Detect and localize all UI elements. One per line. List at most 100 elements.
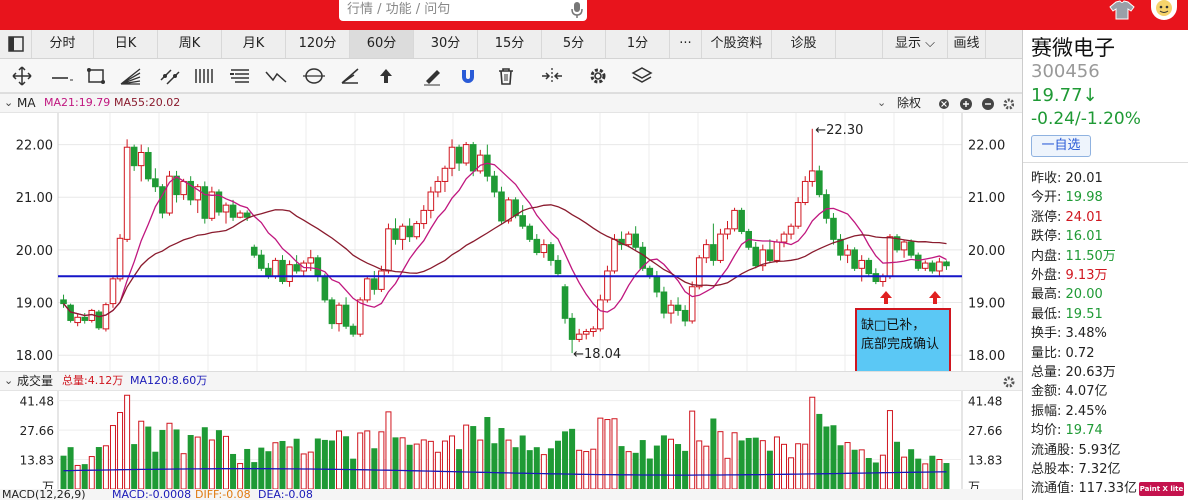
microphone-icon[interactable] xyxy=(571,1,583,19)
volume-bar xyxy=(823,426,830,489)
stock-code: 300456 xyxy=(1031,61,1100,82)
candle xyxy=(385,223,392,274)
y-tick-right: 20.00 xyxy=(968,244,1005,259)
vol-tick-left: 万 xyxy=(42,480,54,489)
volume-bar xyxy=(816,413,823,489)
volume-bar xyxy=(505,439,512,489)
volume-bar xyxy=(731,432,738,489)
layout-toggle-icon[interactable] xyxy=(0,30,32,58)
volume-bar xyxy=(74,464,81,489)
rectangle-tool-icon[interactable] xyxy=(82,64,110,88)
settings-gear-icon[interactable] xyxy=(584,64,612,88)
volume-bar xyxy=(321,439,328,489)
magnet-icon[interactable] xyxy=(454,64,482,88)
candle xyxy=(907,239,915,258)
angle-tool-icon[interactable] xyxy=(336,64,364,88)
volume-bar xyxy=(773,436,780,489)
adjust-label[interactable]: 除权 xyxy=(897,94,921,112)
collapse-chevron-icon[interactable]: ⌄ xyxy=(4,94,13,112)
volume-label[interactable]: 成交量 xyxy=(17,372,53,390)
arrow-up-tool-icon[interactable] xyxy=(372,64,400,88)
volume-bar xyxy=(237,463,244,489)
candle xyxy=(823,189,830,224)
volume-bar xyxy=(406,444,413,489)
quote-value: 0.72 xyxy=(1065,345,1095,361)
layers-icon[interactable] xyxy=(628,64,656,88)
top-bar xyxy=(0,0,1188,30)
tab-3[interactable]: 月K xyxy=(222,30,286,58)
display-menu[interactable]: 显示 ⌵ xyxy=(882,30,948,58)
skin-shirt-icon[interactable] xyxy=(1107,0,1137,20)
draw-line-button[interactable]: 画线 xyxy=(948,30,986,58)
panel-gear-icon xyxy=(1003,98,1014,110)
quote-row: 流通股: 5.93亿 xyxy=(1031,442,1120,460)
quote-row: 涨停: 24.01 xyxy=(1031,209,1103,227)
add-watchlist-button[interactable]: 一自选 xyxy=(1031,135,1091,157)
volume-bar xyxy=(512,447,519,489)
quote-key: 均价: xyxy=(1031,423,1062,439)
volume-bar xyxy=(533,447,540,489)
note-annotation: 缺□已补， 底部完成确认 xyxy=(855,308,951,371)
y-tick-left: 21.00 xyxy=(16,191,53,206)
tab-0[interactable]: 分时 xyxy=(32,30,94,58)
tab-11[interactable]: 个股资料 xyxy=(702,30,772,58)
eraser-brush-icon[interactable] xyxy=(418,64,446,88)
tab-6[interactable]: 30分 xyxy=(414,30,478,58)
tab-4[interactable]: 120分 xyxy=(286,30,350,58)
volume-bar xyxy=(166,422,173,489)
volume-bar xyxy=(915,458,922,489)
vol-tick-left: 13.83 xyxy=(20,454,54,468)
volume-bar xyxy=(343,436,350,489)
candle xyxy=(102,302,110,332)
volume-bar xyxy=(88,456,95,489)
volume-bar xyxy=(314,438,321,489)
candle xyxy=(123,139,131,242)
tab-2[interactable]: 周K xyxy=(158,30,222,58)
wave-tool-icon[interactable] xyxy=(262,64,290,88)
quote-value: 5.93亿 xyxy=(1078,442,1121,458)
collapse-expand-icon[interactable] xyxy=(538,64,566,88)
volume-bar xyxy=(427,440,434,489)
parallel-channel-icon[interactable] xyxy=(156,64,184,88)
tab-5[interactable]: 60分 xyxy=(350,30,414,58)
volume-bar xyxy=(583,451,590,489)
line-tool-icon[interactable] xyxy=(48,64,76,88)
tab-1[interactable]: 日K xyxy=(94,30,158,58)
cycle-tool-icon[interactable] xyxy=(300,64,328,88)
volume-bar xyxy=(646,458,653,489)
ma-label[interactable]: MA xyxy=(17,94,36,112)
quote-row: 昨收: 20.01 xyxy=(1031,170,1103,188)
gann-lines-icon[interactable] xyxy=(190,64,218,88)
trash-icon[interactable] xyxy=(492,64,520,88)
candle xyxy=(215,189,223,216)
volume-bar xyxy=(632,452,639,489)
volume-bar xyxy=(858,449,865,489)
volume-bar xyxy=(272,442,279,489)
collapse-chevron-icon[interactable]: ⌄ xyxy=(4,372,13,390)
tab-7[interactable]: 15分 xyxy=(478,30,542,58)
note-line1: 缺□已补， xyxy=(861,318,925,333)
tab-10[interactable]: ··· xyxy=(670,30,702,58)
adjust-chevron-icon[interactable]: ⌄ xyxy=(877,94,886,112)
candlestick-chart[interactable]: 22.00 22.00 21.00 21.00 20.00 20.00 19.00 19.00… xyxy=(0,113,1022,371)
volume-bar xyxy=(286,446,293,489)
macd-label[interactable]: MACD(12,26,9) xyxy=(2,489,86,500)
quote-value: 19.74 xyxy=(1065,423,1103,439)
volume-bar xyxy=(456,449,463,489)
fan-tool-icon[interactable] xyxy=(116,64,144,88)
volume-bar xyxy=(908,449,915,489)
quote-row: 最高: 20.00 xyxy=(1031,286,1103,304)
volume-chart[interactable]: 41.48 41.48 27.66 27.66 13.83 13.83 万 万 xyxy=(0,391,1022,489)
volume-gear-icon[interactable] xyxy=(1002,375,1016,389)
volume-bar xyxy=(738,440,745,489)
tab-9[interactable]: 1分 xyxy=(606,30,670,58)
search-input[interactable]: 行情 / 功能 / 问句 xyxy=(339,0,587,21)
tab-8[interactable]: 5分 xyxy=(542,30,606,58)
volume-bar xyxy=(703,445,710,489)
crosshair-move-icon[interactable] xyxy=(8,64,36,88)
tab-12[interactable]: 诊股 xyxy=(772,30,836,58)
volume-bar xyxy=(222,435,229,489)
volume-bar xyxy=(413,443,420,489)
quote-row: 总量: 20.63万 xyxy=(1031,364,1116,382)
fibonacci-icon[interactable] xyxy=(226,64,254,88)
